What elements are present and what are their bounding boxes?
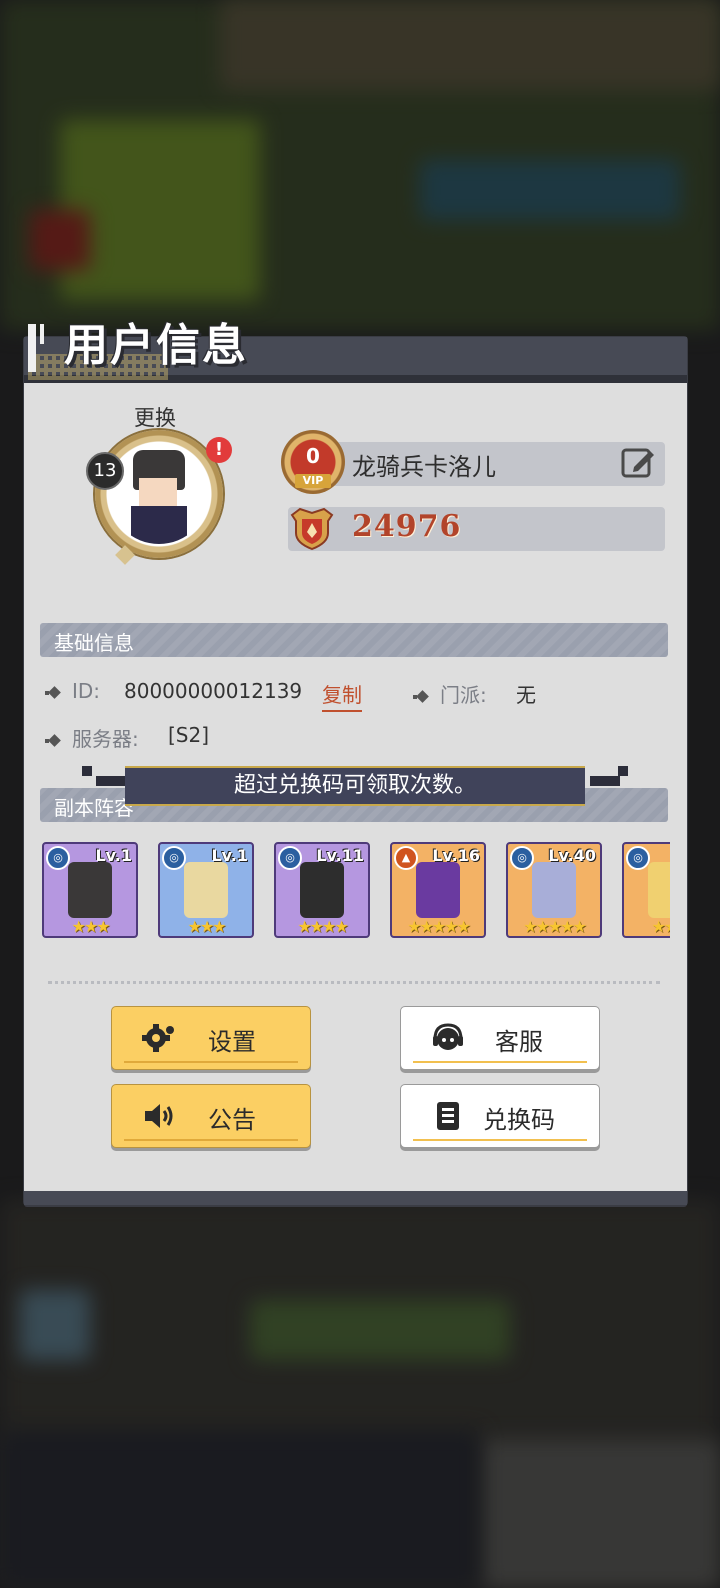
settings-label: 设置 [208, 1028, 256, 1056]
copy-id-button[interactable]: 复制 [322, 679, 362, 712]
id-label: ID: [72, 679, 101, 703]
hero-sprite [184, 862, 228, 918]
water-element-icon: ◎ [162, 846, 186, 870]
server-row: 服务器: [45, 723, 139, 752]
combat-power-icon [288, 505, 336, 553]
title-bar-decoration [28, 324, 36, 372]
server-value: [S2] [168, 723, 210, 747]
hero-stars: ★★★ [651, 917, 670, 936]
panel-title: 用户信息 [64, 320, 248, 371]
gear-icon [142, 1024, 174, 1052]
player-name: 龙骑兵卡洛儿 [352, 453, 496, 481]
redeem-code-button[interactable]: 兑换码 [400, 1084, 600, 1148]
notice-button[interactable]: 公告 [111, 1084, 311, 1148]
dotted-divider [48, 981, 660, 984]
customer-service-label: 客服 [495, 1028, 543, 1056]
faction-label: 门派: [440, 683, 487, 707]
toast-pixel-decoration [96, 776, 126, 786]
hero-card[interactable]: ◎ Lv.1 ★★★ [158, 842, 254, 938]
change-avatar-label[interactable]: 更换 [134, 402, 176, 432]
alert-icon: ! [206, 437, 232, 463]
toast-message: 超过兑换码可领取次数。 [125, 766, 585, 806]
toast-pixel-decoration [590, 776, 620, 786]
hero-stars: ★★★★★ [407, 917, 471, 936]
water-element-icon: ◎ [278, 846, 302, 870]
player-level-badge: 13 [86, 452, 124, 490]
vip-badge[interactable]: 0 VIP [281, 430, 345, 494]
server-label: 服务器: [72, 727, 139, 751]
panel-title-wrap: 用户信息 [28, 318, 318, 380]
diamond-bullet-icon [45, 686, 62, 700]
notice-label: 公告 [208, 1106, 256, 1134]
title-bar-decoration-small [40, 324, 44, 344]
hero-stars: ★★★★★ [523, 917, 587, 936]
hero-card[interactable]: ◎ Lv.40 ★★★★★ [506, 842, 602, 938]
panel-footer [24, 1191, 687, 1205]
water-element-icon: ◎ [510, 846, 534, 870]
combat-power-value: 24976 [352, 509, 462, 544]
hero-sprite [300, 862, 344, 918]
vip-label: VIP [295, 474, 331, 488]
id-value: 80000000012139 [124, 679, 303, 703]
vip-level: 0 [306, 444, 320, 468]
water-element-icon: ◎ [626, 846, 650, 870]
basic-info-title: 基础信息 [54, 631, 134, 655]
hero-card[interactable]: ▲ Lv.16 ★★★★★ [390, 842, 486, 938]
hero-card[interactable]: ◎ Lv.1 ★★★ [42, 842, 138, 938]
hero-sprite [416, 862, 460, 918]
edit-name-icon[interactable] [620, 445, 656, 481]
hero-stars: ★★★ [187, 917, 226, 936]
avatar[interactable] [95, 430, 223, 558]
faction-value: 无 [516, 683, 536, 707]
water-element-icon: ◎ [46, 846, 70, 870]
hero-sprite [68, 862, 112, 918]
speaker-icon [145, 1104, 173, 1128]
id-row: ID: [45, 679, 101, 703]
hero-card[interactable]: ◎ ★★★ [622, 842, 670, 938]
basic-info-header: 基础信息 [40, 623, 668, 657]
diamond-bullet-icon [413, 690, 430, 704]
settings-button[interactable]: 设置 [111, 1006, 311, 1070]
toast-pixel-decoration [82, 766, 92, 776]
hero-stars: ★★★ [71, 917, 110, 936]
faction-row: 门派: [413, 679, 487, 708]
hero-sprite [648, 862, 670, 918]
lineup-hero-list[interactable]: ◎ Lv.1 ★★★ ◎ Lv.1 ★★★ ◎ Lv.11 ★★★★ ▲ Lv.… [40, 842, 670, 942]
redeem-code-label: 兑换码 [483, 1106, 555, 1134]
avatar-portrait [109, 444, 209, 544]
customer-service-button[interactable]: 客服 [400, 1006, 600, 1070]
combat-power-bar [288, 507, 665, 551]
hero-sprite [532, 862, 576, 918]
diamond-bullet-icon [45, 734, 62, 748]
headset-icon [433, 1023, 463, 1050]
lineup-title: 副本阵容 [54, 796, 134, 820]
toast-pixel-decoration [618, 766, 628, 776]
hero-card[interactable]: ◎ Lv.11 ★★★★ [274, 842, 370, 938]
document-icon [437, 1102, 459, 1130]
hero-stars: ★★★★ [297, 917, 348, 936]
fire-element-icon: ▲ [394, 846, 418, 870]
